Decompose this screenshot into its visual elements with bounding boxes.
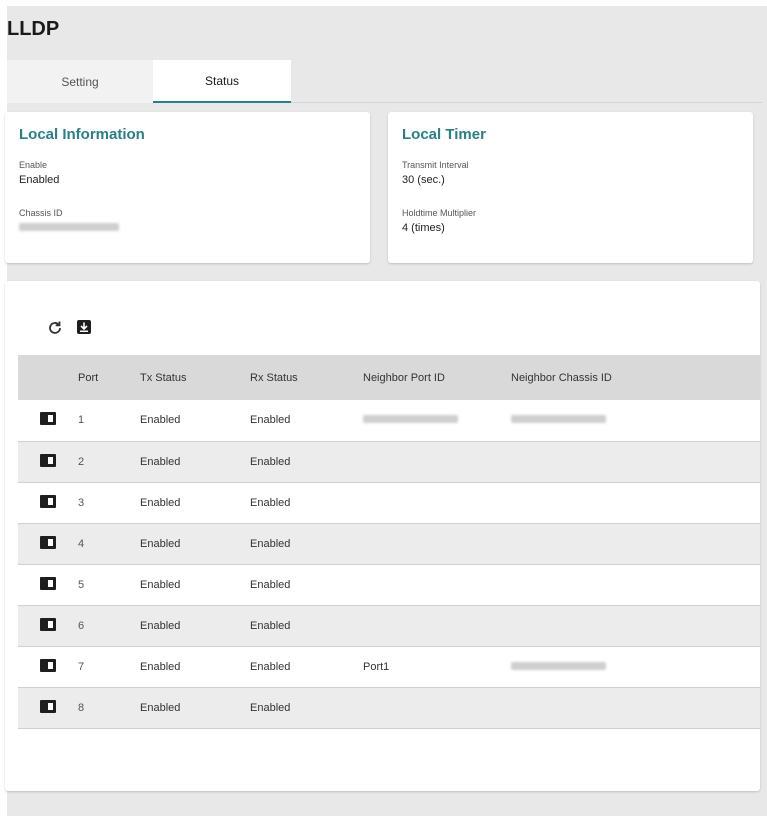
port-status-panel: Port Tx Status Rx Status Neighbor Port I… xyxy=(5,281,760,791)
rx-status-cell: Enabled xyxy=(250,701,291,714)
detail-icon[interactable] xyxy=(40,658,56,672)
tx-status-cell: Enabled xyxy=(140,701,181,714)
rx-status-cell: Enabled xyxy=(250,455,291,468)
header-detail xyxy=(18,355,78,400)
detail-icon[interactable] xyxy=(40,535,56,549)
neighbor-chassis-cell-redacted xyxy=(511,400,760,441)
table-row: 5 Enabled Enabled xyxy=(18,564,760,605)
header-rx-status[interactable]: Rx Status xyxy=(250,355,363,400)
refresh-icon[interactable] xyxy=(46,319,64,337)
neighbor-chassis-cell xyxy=(511,564,760,605)
transmit-interval-label: Transmit Interval xyxy=(402,160,469,170)
detail-icon[interactable] xyxy=(40,699,56,713)
enable-label: Enable xyxy=(19,160,48,170)
neighbor-chassis-cell xyxy=(511,482,760,523)
rx-status-cell: Enabled xyxy=(250,414,291,427)
header-neighbor-port-id[interactable]: Neighbor Port ID xyxy=(363,355,511,400)
header-port[interactable]: Port xyxy=(78,355,140,400)
neighbor-chassis-cell xyxy=(511,687,760,728)
table-row: 1 Enabled Enabled xyxy=(18,400,760,441)
port-cell: 7 xyxy=(78,660,85,673)
neighbor-port-cell xyxy=(363,605,511,646)
local-timer-card: Local Timer Transmit Interval 30 (sec.) … xyxy=(388,112,753,263)
rx-status-cell: Enabled xyxy=(250,578,291,591)
port-cell: 4 xyxy=(78,537,85,550)
transmit-interval-value: 30 (sec.) xyxy=(402,174,445,186)
neighbor-chassis-cell-redacted xyxy=(511,646,760,687)
detail-icon[interactable] xyxy=(40,453,56,467)
tab-status[interactable]: Status xyxy=(153,60,291,103)
neighbor-port-cell xyxy=(363,482,511,523)
table-row: 3 Enabled Enabled xyxy=(18,482,760,523)
holdtime-multiplier-value: 4 (times) xyxy=(402,222,445,234)
table-row: 7 Enabled Enabled Port1 xyxy=(18,646,760,687)
detail-icon[interactable] xyxy=(40,617,56,631)
neighbor-port-cell xyxy=(363,523,511,564)
table-header-row: Port Tx Status Rx Status Neighbor Port I… xyxy=(18,355,760,400)
neighbor-chassis-cell xyxy=(511,523,760,564)
port-cell: 8 xyxy=(78,701,85,714)
local-information-card: Local Information Enable Enabled Chassis… xyxy=(5,112,370,263)
tab-bar: Setting Status xyxy=(7,60,762,103)
download-icon[interactable] xyxy=(75,318,93,336)
chassis-id-value-redacted xyxy=(19,222,119,234)
neighbor-chassis-cell xyxy=(511,605,760,646)
local-information-title: Local Information xyxy=(19,126,145,143)
neighbor-chassis-cell xyxy=(511,441,760,482)
port-cell: 2 xyxy=(78,455,85,468)
tx-status-cell: Enabled xyxy=(140,619,181,632)
tx-status-cell: Enabled xyxy=(140,660,181,673)
tx-status-cell: Enabled xyxy=(140,414,181,427)
tx-status-cell: Enabled xyxy=(140,537,181,550)
enable-value: Enabled xyxy=(19,174,60,186)
page-title: LLDP xyxy=(7,18,60,40)
table-row: 2 Enabled Enabled xyxy=(18,441,760,482)
header-neighbor-chassis-id[interactable]: Neighbor Chassis ID xyxy=(511,355,760,400)
detail-icon[interactable] xyxy=(40,412,56,426)
chassis-id-label: Chassis ID xyxy=(19,208,63,218)
port-cell: 1 xyxy=(78,414,85,427)
rx-status-cell: Enabled xyxy=(250,496,291,509)
rx-status-cell: Enabled xyxy=(250,619,291,632)
rx-status-cell: Enabled xyxy=(250,537,291,550)
neighbor-port-cell xyxy=(363,564,511,605)
table-row: 4 Enabled Enabled xyxy=(18,523,760,564)
neighbor-port-cell-redacted xyxy=(363,400,511,441)
detail-icon[interactable] xyxy=(40,576,56,590)
neighbor-port-cell: Port1 xyxy=(363,660,390,673)
neighbor-port-cell xyxy=(363,441,511,482)
local-timer-title: Local Timer xyxy=(402,126,486,143)
port-cell: 5 xyxy=(78,578,85,591)
tx-status-cell: Enabled xyxy=(140,496,181,509)
port-status-table: Port Tx Status Rx Status Neighbor Port I… xyxy=(18,355,760,729)
detail-icon[interactable] xyxy=(40,494,56,508)
tx-status-cell: Enabled xyxy=(140,578,181,591)
rx-status-cell: Enabled xyxy=(250,660,291,673)
port-cell: 3 xyxy=(78,496,85,509)
holdtime-multiplier-label: Holdtime Multiplier xyxy=(402,208,477,218)
header-tx-status[interactable]: Tx Status xyxy=(140,355,250,400)
table-row: 8 Enabled Enabled xyxy=(18,687,760,728)
tab-setting[interactable]: Setting xyxy=(7,60,153,103)
tx-status-cell: Enabled xyxy=(140,455,181,468)
table-row: 6 Enabled Enabled xyxy=(18,605,760,646)
port-cell: 6 xyxy=(78,619,85,632)
neighbor-port-cell xyxy=(363,687,511,728)
